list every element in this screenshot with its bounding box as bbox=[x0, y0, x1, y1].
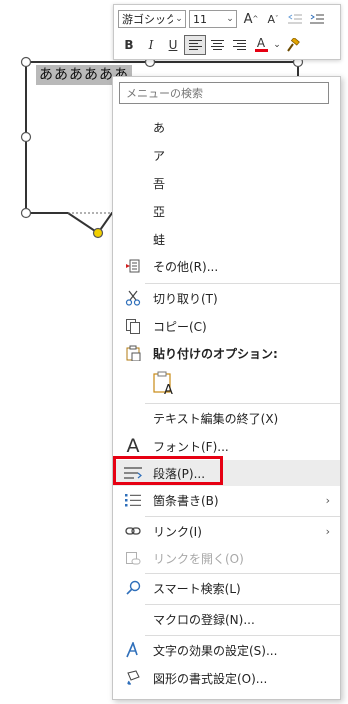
bullets-label: 箇条書き(B) bbox=[153, 493, 219, 508]
open-link-label: リンクを開く(O) bbox=[153, 551, 244, 566]
align-center-button[interactable] bbox=[206, 35, 228, 55]
assign-macro-item[interactable]: マクロの登録(N)... bbox=[113, 605, 340, 633]
smart-lookup-label: スマート検索(L) bbox=[153, 581, 241, 596]
candidate-label: あ bbox=[153, 120, 166, 135]
smart-lookup-item[interactable]: スマート検索(L) bbox=[113, 574, 340, 602]
candidate-item[interactable]: 吾 bbox=[113, 169, 340, 197]
resize-handle[interactable] bbox=[20, 56, 32, 68]
mini-toolbar: 游ゴシック ⌄ 11 ⌄ A ^ Aˇ B I U A ⌄ bbox=[113, 4, 341, 60]
exit-text-edit-label: テキスト編集の終了(X) bbox=[153, 411, 279, 426]
copy-label: コピー(C) bbox=[153, 319, 207, 334]
scissors-icon bbox=[122, 287, 144, 309]
grow-font-icon: A bbox=[243, 11, 253, 27]
context-menu: あ ア 吾 亞 蛙 その他(R)... 切り取り(T) bbox=[112, 76, 341, 700]
resize-handle[interactable] bbox=[20, 131, 32, 143]
copy-icon bbox=[122, 315, 144, 337]
callout-pointer-handle[interactable] bbox=[92, 227, 104, 239]
increase-indent-icon bbox=[310, 14, 324, 24]
font-color-swatch bbox=[254, 49, 268, 52]
other-candidates-item[interactable]: その他(R)... bbox=[113, 253, 340, 279]
font-name-value: 游ゴシック bbox=[122, 13, 173, 26]
link-icon bbox=[122, 520, 144, 542]
underline-button[interactable]: U bbox=[162, 35, 184, 55]
cut-item[interactable]: 切り取り(T) bbox=[113, 284, 340, 312]
format-painter-button[interactable] bbox=[282, 35, 304, 55]
link-item[interactable]: リンク(I) › bbox=[113, 517, 340, 545]
align-center-icon bbox=[210, 40, 224, 50]
chevron-down-icon: ⌄ bbox=[175, 14, 183, 24]
font-size-combo[interactable]: 11 ⌄ bbox=[189, 10, 237, 28]
format-shape-icon bbox=[122, 667, 144, 689]
candidate-label: 吾 bbox=[153, 176, 166, 191]
ime-candidates-icon bbox=[122, 255, 144, 277]
search-icon bbox=[122, 577, 144, 599]
format-shape-item[interactable]: 図形の書式設定(O)... bbox=[113, 664, 340, 692]
highlight-box bbox=[113, 456, 223, 485]
paste-text-only-icon: A bbox=[151, 370, 177, 396]
exit-text-edit-item[interactable]: テキスト編集の終了(X) bbox=[113, 404, 340, 432]
candidate-label: 亞 bbox=[153, 204, 166, 219]
format-shape-label: 図形の書式設定(O)... bbox=[153, 671, 268, 686]
paste-keep-text-only-button[interactable]: A bbox=[113, 366, 340, 400]
chevron-right-icon: › bbox=[325, 493, 330, 507]
menu-search-input[interactable] bbox=[119, 82, 329, 104]
align-right-icon bbox=[232, 40, 246, 50]
chevron-down-icon: ⌄ bbox=[226, 14, 234, 24]
bullets-item[interactable]: 箇条書き(B) › bbox=[113, 486, 340, 514]
italic-button[interactable]: I bbox=[140, 35, 162, 55]
candidate-label: 蛙 bbox=[153, 232, 166, 247]
decrease-indent-icon bbox=[288, 14, 302, 24]
font-label: フォント(F)... bbox=[153, 439, 229, 454]
svg-text:A: A bbox=[164, 383, 173, 396]
bold-button[interactable]: B bbox=[118, 35, 140, 55]
font-color-dropdown[interactable]: ⌄ bbox=[272, 35, 282, 55]
text-effects-item[interactable]: 文字の効果の設定(S)... bbox=[113, 636, 340, 664]
candidate-label: ア bbox=[153, 148, 166, 163]
cut-label: 切り取り(T) bbox=[153, 291, 218, 306]
resize-handle[interactable] bbox=[20, 207, 32, 219]
align-left-button[interactable] bbox=[184, 35, 206, 55]
link-label: リンク(I) bbox=[153, 524, 202, 539]
open-link-icon bbox=[122, 547, 144, 569]
candidate-item[interactable]: 蛙 bbox=[113, 225, 340, 253]
shrink-font-button[interactable]: Aˇ bbox=[262, 9, 284, 29]
text-effects-label: 文字の効果の設定(S)... bbox=[153, 643, 278, 658]
candidate-item[interactable]: ア bbox=[113, 141, 340, 169]
paste-options-label: 貼り付けのオプション: bbox=[153, 346, 278, 361]
assign-macro-label: マクロの登録(N)... bbox=[153, 612, 255, 627]
candidate-item[interactable]: あ bbox=[113, 113, 340, 141]
align-left-icon bbox=[188, 40, 202, 50]
bullets-icon bbox=[122, 489, 144, 511]
align-right-button[interactable] bbox=[228, 35, 250, 55]
candidate-item[interactable]: 亞 bbox=[113, 197, 340, 225]
open-link-item[interactable]: リンクを開く(O) bbox=[113, 545, 340, 571]
paste-options-header: 貼り付けのオプション: bbox=[113, 340, 340, 366]
chevron-right-icon: › bbox=[325, 524, 330, 538]
shrink-font-icon: A bbox=[267, 12, 276, 26]
font-icon: A bbox=[126, 435, 140, 457]
font-color-icon: A bbox=[256, 36, 266, 50]
format-painter-icon bbox=[287, 38, 300, 52]
font-color-button[interactable]: A bbox=[250, 35, 272, 55]
decrease-indent-button[interactable] bbox=[284, 9, 306, 29]
text-effects-icon bbox=[122, 639, 144, 661]
copy-item[interactable]: コピー(C) bbox=[113, 312, 340, 340]
clipboard-icon bbox=[122, 342, 144, 364]
other-label: その他(R)... bbox=[153, 259, 219, 274]
font-name-combo[interactable]: 游ゴシック ⌄ bbox=[118, 10, 186, 28]
increase-indent-button[interactable] bbox=[306, 9, 328, 29]
grow-font-button[interactable]: A ^ bbox=[240, 9, 262, 29]
font-size-value: 11 bbox=[193, 12, 207, 26]
